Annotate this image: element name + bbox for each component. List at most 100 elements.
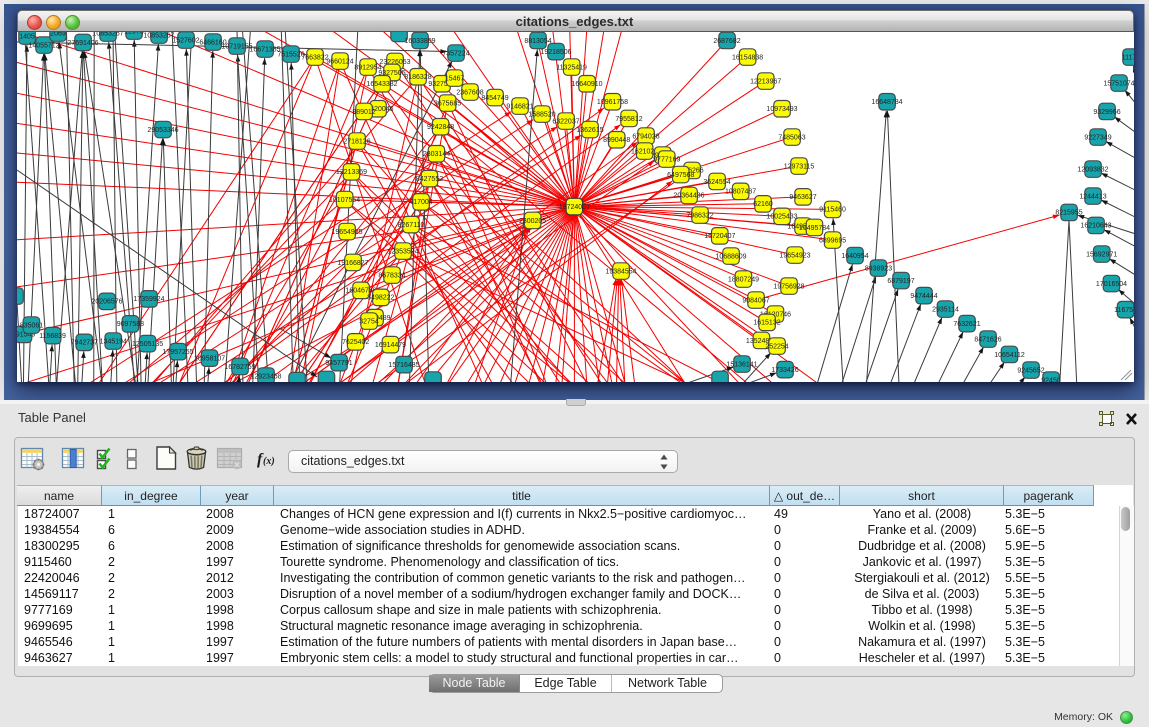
svg-text:1345194: 1345194 [100, 338, 127, 345]
svg-text:16210643: 16210643 [1080, 223, 1111, 230]
svg-text:7663822: 7663822 [301, 54, 328, 61]
svg-text:6322037: 6322037 [552, 118, 579, 125]
svg-text:12353594: 12353594 [387, 248, 418, 255]
svg-text:16648784: 16648784 [871, 99, 902, 106]
svg-text:6794028: 6794028 [632, 133, 659, 140]
svg-text:29053346: 29053346 [147, 127, 178, 134]
svg-text:6899695: 6899695 [819, 237, 846, 244]
svg-text:2803144: 2803144 [423, 151, 450, 158]
svg-text:16640910: 16640910 [571, 81, 602, 88]
svg-text:19384554: 19384554 [605, 268, 636, 275]
svg-text:2300205: 2300205 [519, 218, 546, 225]
svg-text:9146821: 9146821 [506, 103, 533, 110]
svg-text:9242848: 9242848 [427, 124, 454, 131]
svg-text:15720407: 15720407 [704, 233, 735, 240]
svg-text:11325419: 11325419 [556, 64, 587, 71]
svg-text:10107554: 10107554 [329, 197, 360, 204]
svg-text:12093832: 12093832 [1077, 166, 1108, 173]
svg-text:2367608: 2367608 [456, 89, 483, 96]
svg-text:6879197: 6879197 [887, 278, 914, 285]
svg-text:7942737: 7942737 [71, 340, 98, 347]
svg-text:7357224: 7357224 [442, 50, 469, 57]
svg-text:20206576: 20206576 [91, 299, 122, 306]
svg-text:9227349: 9227349 [1084, 134, 1111, 141]
svg-text:1156839: 1156839 [39, 333, 66, 340]
svg-text:18724007: 18724007 [559, 204, 590, 211]
svg-text:10807487: 10807487 [725, 189, 756, 196]
svg-text:10961758: 10961758 [597, 99, 628, 106]
svg-text:2687682: 2687682 [713, 38, 740, 45]
svg-text:2069: 2069 [50, 32, 66, 37]
svg-text:17957255: 17957255 [162, 349, 193, 356]
svg-text:9660124: 9660124 [326, 58, 353, 65]
svg-text:10853267: 10853267 [143, 32, 174, 39]
svg-text:835061: 835061 [20, 322, 43, 329]
svg-text:16033809: 16033809 [404, 38, 435, 45]
svg-text:1244413: 1244413 [1079, 193, 1106, 200]
svg-text:10719155: 10719155 [221, 43, 252, 50]
svg-text:17016504: 17016504 [1096, 281, 1127, 288]
svg-text:11173: 11173 [1122, 54, 1134, 61]
svg-text:8454749: 8454749 [481, 95, 508, 102]
svg-text:9097588: 9097588 [117, 321, 144, 328]
svg-text:32754: 32754 [359, 318, 379, 325]
svg-text:92450: 92450 [1041, 377, 1061, 382]
svg-text:16495784: 16495784 [799, 225, 830, 232]
svg-text:6497568: 6497568 [667, 172, 694, 179]
svg-text:19166827: 19166827 [337, 260, 368, 267]
svg-text:8267110: 8267110 [398, 222, 425, 229]
svg-text:9457791: 9457791 [325, 360, 352, 367]
svg-text:1362615: 1362615 [576, 127, 603, 134]
svg-text:8215955: 8215955 [1055, 210, 1082, 217]
svg-text:10853267: 10853267 [92, 32, 123, 37]
svg-text:1588520: 1588520 [528, 111, 555, 118]
svg-text:12973115: 12973115 [784, 163, 815, 170]
svg-text:252254: 252254 [765, 343, 788, 350]
svg-text:15692971: 15692971 [1086, 251, 1117, 258]
svg-text:9463627: 9463627 [789, 194, 816, 201]
svg-text:16543382: 16543382 [366, 81, 397, 88]
svg-text:2935114: 2935114 [932, 306, 959, 313]
svg-text:16671385: 16671385 [249, 46, 280, 53]
svg-text:10973493: 10973493 [766, 106, 797, 113]
svg-text:989012: 989012 [352, 109, 375, 116]
svg-text:19756928: 19756928 [773, 283, 804, 290]
svg-text:15136141: 15136141 [726, 361, 757, 368]
svg-text:18807249: 18807249 [728, 276, 759, 283]
svg-text:8813054: 8813054 [524, 38, 551, 45]
svg-text:20364436: 20364436 [673, 193, 704, 200]
svg-text:3675685: 3675685 [434, 100, 461, 107]
svg-text:10688609: 10688609 [715, 253, 746, 260]
svg-text:2718126: 2718126 [343, 138, 370, 145]
svg-text:15716485: 15716485 [388, 362, 419, 369]
svg-text:9084067: 9084067 [742, 297, 769, 304]
svg-text:8471626: 8471626 [974, 336, 1001, 343]
svg-text:8938923: 8938923 [865, 265, 892, 272]
svg-text:19654925: 19654925 [331, 229, 362, 236]
svg-text:7955812: 7955812 [615, 116, 642, 123]
svg-text:12213369: 12213369 [336, 169, 367, 176]
svg-text:12923468: 12923468 [250, 373, 281, 380]
svg-text:3498222: 3498222 [367, 295, 394, 302]
svg-text:12505135: 12505135 [132, 341, 163, 348]
svg-text:9474444: 9474444 [910, 293, 937, 300]
svg-text:(x): (x) [263, 456, 275, 467]
svg-text:8678334: 8678334 [378, 272, 405, 279]
svg-text:9245652: 9245652 [1017, 367, 1044, 374]
svg-text:9777169: 9777169 [653, 156, 680, 163]
svg-text:27691406: 27691406 [67, 40, 98, 47]
svg-text:1615132: 1615132 [753, 320, 780, 327]
svg-text:1405: 1405 [19, 33, 35, 40]
svg-text:417004: 417004 [409, 199, 432, 206]
svg-text:8186328: 8186328 [404, 74, 431, 81]
svg-text:1640954: 1640954 [841, 253, 868, 260]
svg-text:16782759: 16782759 [224, 364, 255, 371]
svg-text:1733426: 1733426 [771, 367, 798, 374]
svg-text:62160: 62160 [753, 201, 773, 208]
svg-text:3624554: 3624554 [703, 179, 730, 186]
svg-text:7625402: 7625402 [342, 339, 369, 346]
svg-text:116753: 116753 [1114, 307, 1134, 314]
svg-text:10958107: 10958107 [194, 356, 225, 363]
svg-text:16046736: 16046736 [345, 288, 376, 295]
svg-text:14055712: 14055712 [28, 42, 59, 49]
